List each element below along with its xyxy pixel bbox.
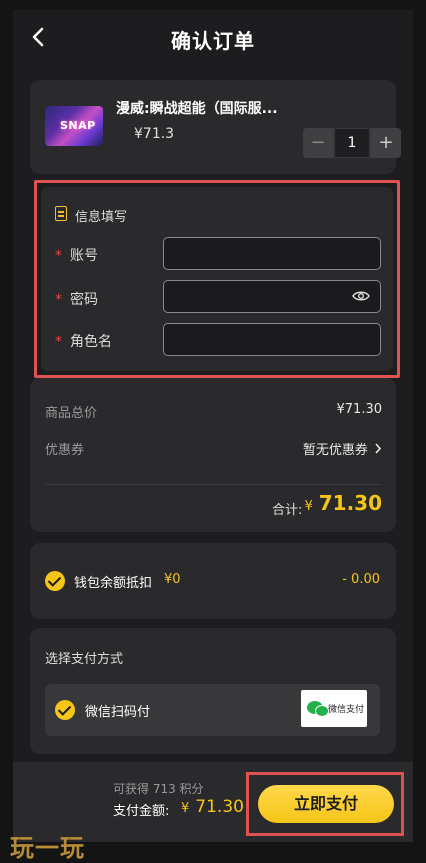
coupon-label: 优惠券 [45,443,85,458]
product-name: 漫威:瞬战超能（国际服... [116,101,278,117]
account-label: * 账号 [55,245,98,265]
total-label: 合计: [272,503,303,518]
role-name-label: * 角色名 [55,331,112,351]
app-frame: 确认订单 SNAP 漫威:瞬战超能（国际服... ¥71.3 − 1 + 信息填… [13,10,413,842]
role-name-input[interactable] [163,323,381,356]
thumbnail-logo: SNAP [60,119,96,132]
chevron-right-icon [375,443,382,454]
wechat-pay-logo: 微信支付 [301,690,367,727]
document-icon [55,206,67,221]
divider [45,484,381,485]
product-card: SNAP 漫威:瞬战超能（国际服... ¥71.3 − 1 + [30,80,401,174]
payment-method-card: 选择支付方式 微信扫码付 微信支付 [30,628,396,754]
header: 确认订单 [13,10,413,68]
password-label-text: 密码 [70,292,98,308]
goods-total-value: ¥71.30 [336,402,383,417]
password-label: * 密码 [55,289,98,309]
info-highlight-box: 信息填写 * 账号 * 密码 * 角色名 [34,180,400,378]
increase-quantity-button[interactable]: + [371,128,401,158]
pay-button-highlight: 立即支付 [246,772,404,836]
eye-icon[interactable] [352,290,370,302]
decrease-quantity-button[interactable]: − [303,128,333,158]
payment-title: 选择支付方式 [45,652,124,667]
required-mark: * [55,334,62,350]
price-summary: 商品总价 ¥71.30 优惠券 暂无优惠券 合计: ¥71.30 [30,378,396,532]
wallet-check-icon[interactable] [45,571,65,591]
info-form: 信息填写 * 账号 * 密码 * 角色名 [41,187,393,371]
wallet-balance: ¥0 [164,572,181,587]
total-value: 71.30 [318,491,382,515]
wallet-label: 钱包余额抵扣 [74,576,153,591]
account-input[interactable] [163,237,381,270]
total-currency: ¥ [304,499,313,514]
quantity-value[interactable]: 1 [335,129,369,157]
pay-amount-currency: ¥ [181,801,190,816]
account-label-text: 账号 [70,248,98,264]
password-input[interactable] [163,280,381,313]
goods-total-label: 商品总价 [45,406,98,421]
wechat-icon-secondary [315,705,329,717]
points-text: 可获得 713 积分 [113,782,204,796]
wallet-card: 钱包余额抵扣 ¥0 - 0.00 [30,543,396,619]
total-amount: ¥71.30 [304,491,382,515]
pay-amount: ¥71.30 [181,797,244,817]
required-mark: * [55,292,62,308]
watermark: 玩一玩 [10,834,85,862]
product-price: ¥71.3 [134,126,175,142]
coupon-value: 暂无优惠券 [302,443,368,458]
wechat-logo-text: 微信支付 [328,705,365,715]
wechat-pay-option[interactable]: 微信扫码付 微信支付 [45,684,380,736]
info-title: 信息填写 [75,210,128,225]
coupon-selector[interactable]: 暂无优惠券 [303,439,382,458]
pay-amount-value: 71.30 [195,797,244,817]
role-name-label-text: 角色名 [70,334,112,350]
required-mark: * [55,248,62,264]
pay-now-button[interactable]: 立即支付 [258,785,394,823]
wechat-pay-label: 微信扫码付 [85,705,151,720]
product-thumbnail: SNAP [45,106,103,146]
quantity-stepper: − 1 + [303,128,401,158]
page-title: 确认订单 [171,29,255,53]
wallet-deduction: - 0.00 [342,572,380,587]
pay-amount-label: 支付金额: [113,804,170,819]
wechat-pay-check-icon [55,700,75,720]
